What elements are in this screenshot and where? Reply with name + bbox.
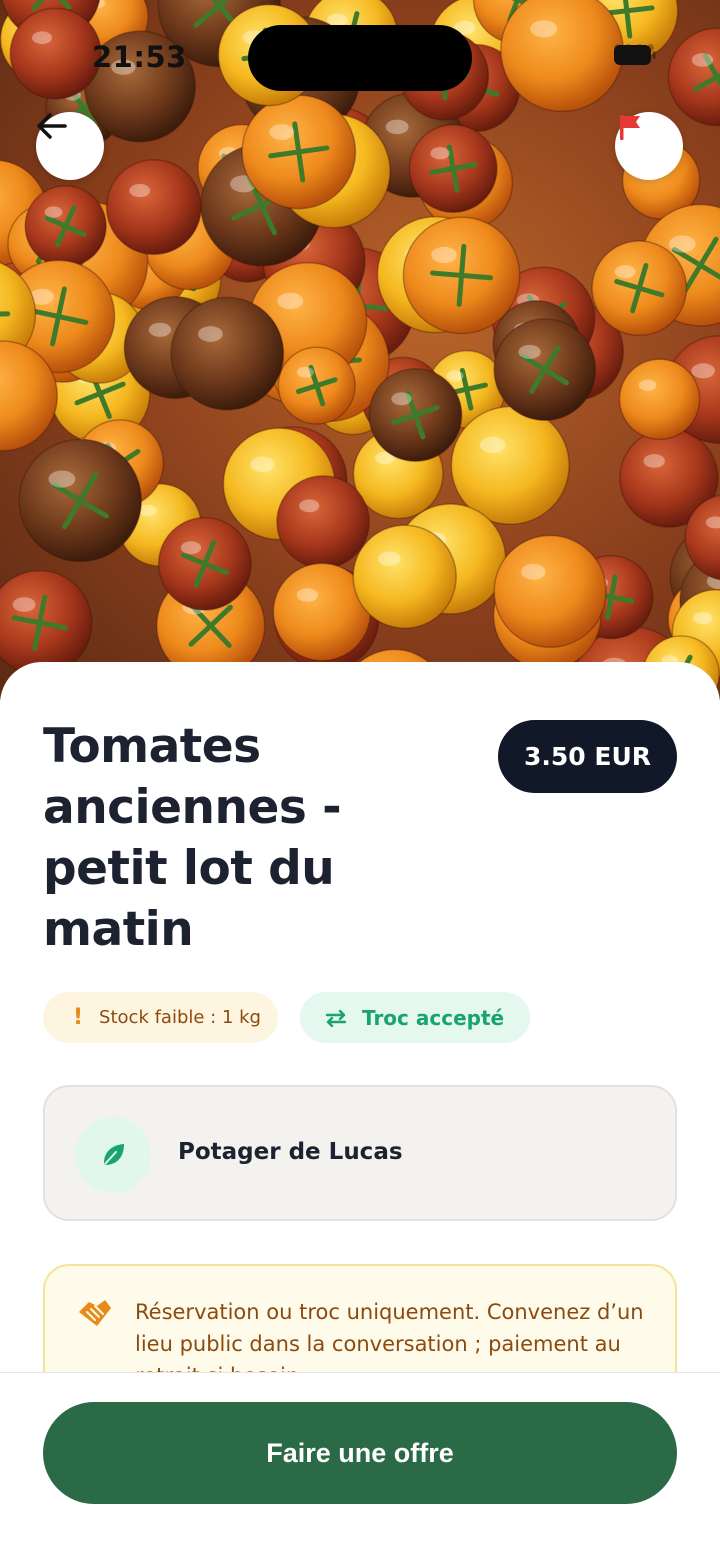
handshake-icon: [79, 1300, 111, 1326]
flag-icon: [620, 115, 640, 140]
arrow-left-icon: [37, 113, 67, 139]
price-badge: 3.50 EUR: [498, 720, 677, 793]
make-offer-button[interactable]: Faire une offre: [43, 1402, 677, 1504]
status-time: 21:53: [92, 40, 187, 74]
seller-avatar: [75, 1117, 151, 1193]
troc-badge: Troc accepté: [300, 992, 530, 1043]
status-icons: [614, 44, 656, 65]
seller-card[interactable]: Potager de Lucas: [43, 1085, 677, 1221]
report-button[interactable]: [615, 112, 683, 180]
stock-label: Stock faible : 1 kg: [99, 1007, 261, 1028]
exclamation-icon: !: [73, 1005, 84, 1030]
dynamic-island: [248, 25, 472, 91]
stock-badge: ! Stock faible : 1 kg: [43, 992, 278, 1043]
product-photo: 21:53: [0, 0, 720, 700]
battery-icon: [614, 45, 656, 65]
leaf-icon: [103, 1144, 124, 1165]
seller-name: Potager de Lucas: [178, 1139, 403, 1165]
product-title: Tomates anciennes - petit lot du matin: [43, 719, 342, 957]
troc-label: Troc accepté: [362, 1005, 505, 1030]
swap-arrows-icon: [325, 1009, 347, 1027]
back-button[interactable]: [36, 112, 104, 180]
